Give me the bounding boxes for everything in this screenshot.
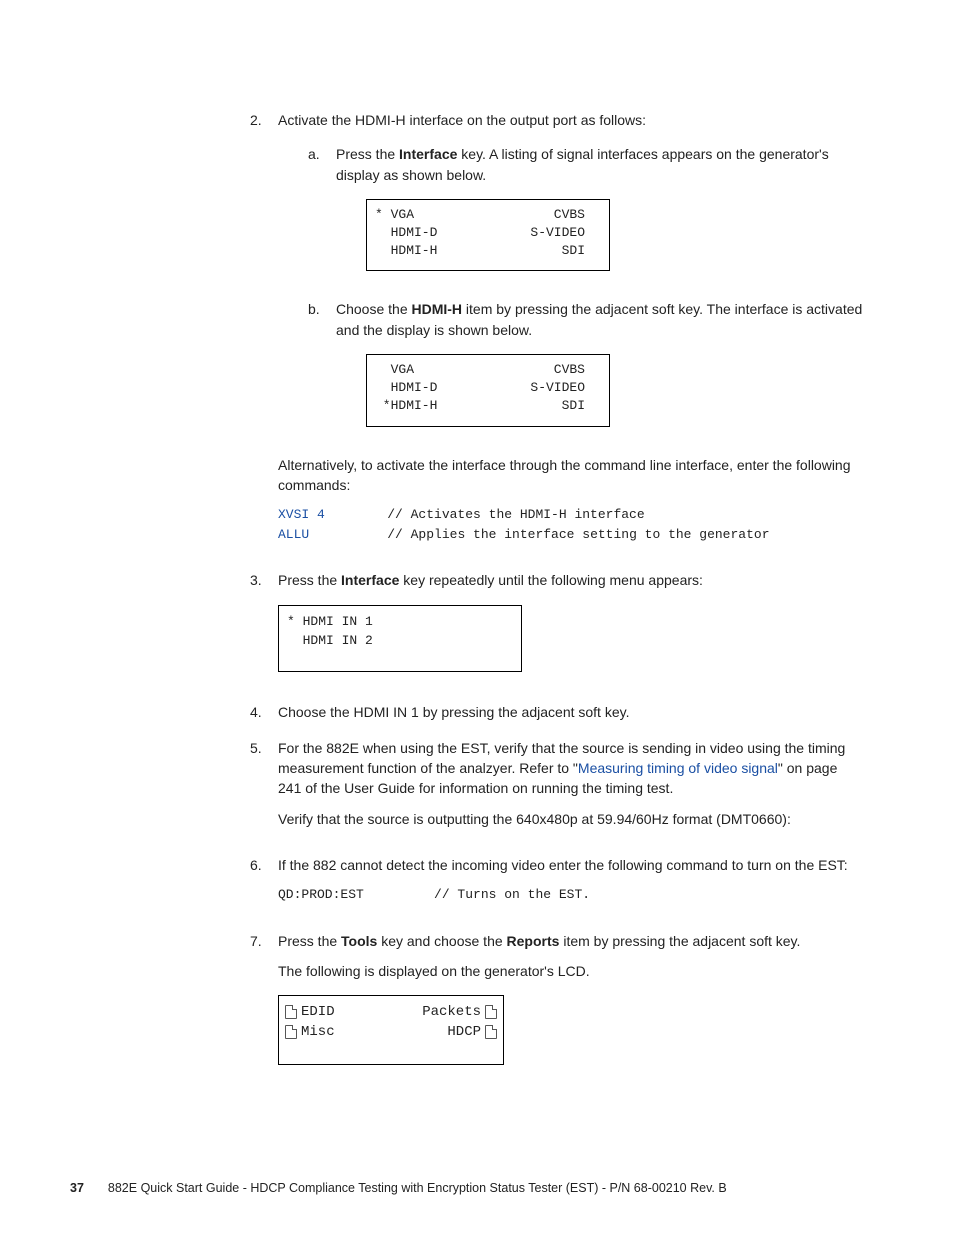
- lcd-text: HDMI-D: [375, 224, 465, 242]
- page-footer: 37 882E Quick Start Guide - HDCP Complia…: [70, 1181, 864, 1195]
- step-number: 7.: [250, 931, 268, 951]
- lcd-text: CVBS: [465, 206, 585, 224]
- step-text: Choose the HDMI IN 1 by pressing the adj…: [278, 704, 629, 720]
- lcd-display-1: * VGACVBS HDMI-DS-VIDEO HDMI-HSDI: [366, 199, 610, 272]
- code-block: XVSI 4 // Activates the HDMI-H interface…: [278, 505, 864, 544]
- interface-key-label: Interface: [399, 146, 457, 162]
- step-mid: key and choose the: [377, 933, 506, 949]
- step-number: 3.: [250, 570, 268, 590]
- alt-paragraph: Alternatively, to activate the interface…: [278, 455, 864, 496]
- lcd-item-packets: Packets: [422, 1003, 497, 1023]
- lcd-text: CVBS: [465, 361, 585, 379]
- lcd-text: Packets: [422, 1003, 481, 1023]
- main-steps-list: 2. Activate the HDMI-H interface on the …: [250, 110, 864, 1079]
- substep-number: a.: [308, 144, 326, 164]
- page-icon: [485, 1005, 497, 1019]
- lcd-text: HDMI-D: [375, 379, 465, 397]
- lcd-text: Misc: [301, 1023, 335, 1043]
- step-5: 5. For the 882E when using the EST, veri…: [250, 738, 864, 839]
- step-6: 6. If the 882 cannot detect the incoming…: [250, 855, 864, 915]
- content-area: 2. Activate the HDMI-H interface on the …: [250, 110, 864, 1079]
- lcd-text: SDI: [465, 242, 585, 260]
- substep-a: a. Press the Interface key. A listing of…: [308, 144, 864, 285]
- page-icon: [485, 1025, 497, 1039]
- hdmi-h-label: HDMI-H: [412, 301, 463, 317]
- tools-key-label: Tools: [341, 933, 377, 949]
- lcd-display-3: * HDMI IN 1 HDMI IN 2: [278, 605, 522, 672]
- step-prefix: Press the: [278, 572, 341, 588]
- code-command: XVSI 4: [278, 507, 325, 522]
- followup-paragraph: The following is displayed on the genera…: [278, 961, 864, 981]
- lcd-display-2: VGACVBS HDMI-DS-VIDEO *HDMI-HSDI: [366, 354, 610, 427]
- lcd-text: S-VIDEO: [465, 379, 585, 397]
- step-7: 7. Press the Tools key and choose the Re…: [250, 931, 864, 1080]
- substep-prefix: Choose the: [336, 301, 412, 317]
- lcd-text: *HDMI-H: [375, 397, 465, 415]
- code-command: ALLU: [278, 527, 309, 542]
- lcd-text: * VGA: [375, 206, 465, 224]
- substep-prefix: Press the: [336, 146, 399, 162]
- step-4: 4. Choose the HDMI IN 1 by pressing the …: [250, 702, 864, 722]
- lcd-item-misc: Misc: [285, 1023, 335, 1043]
- code-comment: // Applies the interface setting to the …: [309, 527, 769, 542]
- lcd-text: HDCP: [447, 1023, 481, 1043]
- substep-b: b. Choose the HDMI-H item by pressing th…: [308, 299, 864, 440]
- verify-paragraph: Verify that the source is outputting the…: [278, 809, 864, 829]
- lcd-item-edid: EDID: [285, 1003, 335, 1023]
- lcd-text: EDID: [301, 1003, 335, 1023]
- page: 2. Activate the HDMI-H interface on the …: [0, 0, 954, 1235]
- substeps-list: a. Press the Interface key. A listing of…: [278, 144, 864, 440]
- lcd-text: S-VIDEO: [465, 224, 585, 242]
- step-2: 2. Activate the HDMI-H interface on the …: [250, 110, 864, 554]
- step-suffix: key repeatedly until the following menu …: [399, 572, 703, 588]
- step-number: 6.: [250, 855, 268, 875]
- page-icon: [285, 1005, 297, 1019]
- lcd-text: HDMI-H: [375, 242, 465, 260]
- step-number: 4.: [250, 702, 268, 722]
- lcd-text: * HDMI IN 1: [287, 614, 373, 629]
- page-icon: [285, 1025, 297, 1039]
- page-number: 37: [70, 1181, 84, 1195]
- lcd-text: VGA: [375, 361, 465, 379]
- lcd-item-hdcp: HDCP: [447, 1023, 497, 1043]
- lcd-text: HDMI IN 2: [287, 633, 373, 648]
- substep-number: b.: [308, 299, 326, 319]
- step-text: If the 882 cannot detect the incoming vi…: [278, 857, 848, 873]
- lcd-display-4: EDID Packets Misc: [278, 995, 504, 1065]
- cross-ref-link[interactable]: Measuring timing of video signal: [578, 760, 778, 776]
- step-number: 2.: [250, 110, 268, 130]
- step-text: Activate the HDMI-H interface on the out…: [278, 112, 646, 128]
- footer-text: 882E Quick Start Guide - HDCP Compliance…: [108, 1181, 727, 1195]
- step-prefix: Press the: [278, 933, 341, 949]
- interface-key-label: Interface: [341, 572, 399, 588]
- code-comment: // Activates the HDMI-H interface: [325, 507, 645, 522]
- code-block: QD:PROD:EST // Turns on the EST.: [278, 885, 864, 905]
- reports-item-label: Reports: [507, 933, 560, 949]
- step-suffix: item by pressing the adjacent soft key.: [559, 933, 800, 949]
- step-3: 3. Press the Interface key repeatedly un…: [250, 570, 864, 685]
- step-number: 5.: [250, 738, 268, 758]
- lcd-text: SDI: [465, 397, 585, 415]
